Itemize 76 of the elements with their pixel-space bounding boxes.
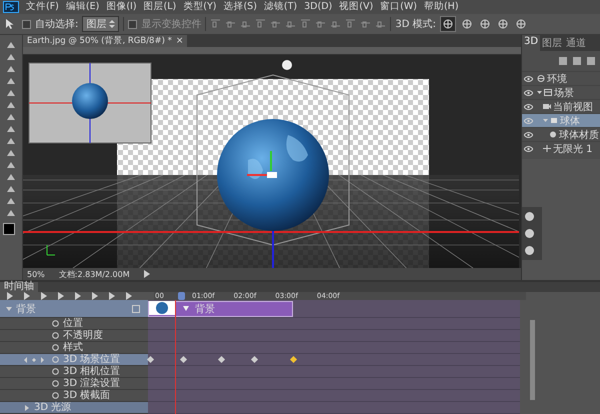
align-icon[interactable]	[345, 19, 356, 29]
panel-tab[interactable]: 图层	[540, 35, 564, 51]
keyframe[interactable]	[251, 356, 258, 364]
align-icon[interactable]	[375, 19, 386, 29]
property-row[interactable]: 不透明度	[0, 330, 148, 342]
auto-select-checkbox[interactable]	[22, 20, 31, 28]
align-icon[interactable]	[285, 19, 296, 29]
align-icon[interactable]	[255, 19, 266, 29]
property-row[interactable]: 位置	[0, 318, 148, 330]
property-row[interactable]: 3D 渲染设置	[0, 378, 148, 390]
menu-item[interactable]: 编辑(E)	[66, 1, 100, 13]
scene-tree-item[interactable]: 无限光 1	[522, 141, 600, 155]
globe-thumbnail	[149, 301, 175, 315]
caret-right-icon[interactable]	[24, 404, 30, 410]
light-icon	[543, 145, 551, 152]
menu-item[interactable]: 类型(Y)	[183, 1, 216, 13]
menu-item[interactable]: 滤镜(T)	[264, 1, 298, 13]
property-row[interactable]: 3D 横截面	[0, 390, 148, 402]
target-dropdown[interactable]: 图层	[82, 16, 120, 32]
align-icon[interactable]	[360, 19, 372, 29]
menu-item[interactable]: 视图(V)	[339, 1, 374, 13]
menu-item[interactable]: 窗口(W)	[380, 1, 417, 13]
caret-down-icon[interactable]	[537, 90, 542, 95]
align-icon[interactable]	[270, 19, 282, 29]
keyframe[interactable]	[290, 356, 298, 364]
align-icon[interactable]	[210, 19, 222, 29]
property-row[interactable]: 3D 相机位置	[0, 366, 148, 378]
menu-item[interactable]: 3D(D)	[304, 1, 332, 13]
align-icon[interactable]	[225, 19, 236, 29]
sphere-icon	[549, 131, 557, 138]
timeline-panel-title[interactable]: 时间轴	[0, 282, 38, 292]
app-logo	[3, 1, 19, 13]
caret-down-icon[interactable]	[6, 306, 12, 312]
menu-item[interactable]: 选择(S)	[223, 1, 257, 13]
keyframe[interactable]	[218, 356, 225, 364]
show-transform-checkbox[interactable]	[128, 20, 138, 28]
rotate-3d-icon[interactable]	[440, 16, 456, 32]
menu-item[interactable]: 图像(I)	[106, 1, 137, 13]
align-icon[interactable]	[300, 19, 312, 29]
menu-item[interactable]: 帮助(H)	[424, 1, 459, 13]
keyframe-navigator-icon[interactable]	[24, 356, 44, 362]
panel-tab[interactable]: 通道	[564, 35, 588, 51]
keyframe[interactable]	[180, 356, 188, 364]
keyframe[interactable]	[146, 356, 154, 364]
auto-select-label: 自动选择:	[35, 18, 78, 31]
eye-icon[interactable]	[524, 90, 533, 96]
scene-tree-item[interactable]: 球体材质	[522, 127, 600, 141]
scene-tree-item[interactable]: 环境	[522, 71, 600, 85]
eye-icon[interactable]	[524, 104, 533, 110]
document-tab[interactable]: Earth.jpg @ 50% (背景, RGB/8#) * ×	[23, 35, 188, 47]
stepper-arrows-icon[interactable]	[109, 20, 116, 28]
play-icon[interactable]	[144, 270, 150, 278]
panel-tab[interactable]: 3D	[522, 35, 540, 51]
caret-down-icon[interactable]	[183, 306, 189, 311]
eye-icon[interactable]	[524, 76, 533, 82]
scrollbar[interactable]	[530, 320, 535, 400]
scene-tree-item[interactable]: 场景	[522, 85, 600, 99]
align-icon[interactable]	[240, 19, 252, 29]
globe-icon	[537, 75, 545, 82]
menu-item[interactable]: 文件(F)	[26, 1, 59, 13]
menu-item[interactable]: 图层(L)	[144, 1, 176, 13]
playhead-handle[interactable]	[178, 292, 186, 300]
show-transform-label: 显示变换控件	[141, 18, 202, 31]
scene-icon	[544, 89, 552, 96]
zoom-level[interactable]: 50%	[27, 270, 45, 278]
cube-icon	[550, 117, 558, 124]
property-row[interactable]: 样式	[0, 342, 148, 354]
eye-icon[interactable]	[524, 132, 533, 138]
3d-mode-label: 3D 模式:	[395, 18, 436, 31]
camera-icon	[543, 103, 551, 110]
align-icon[interactable]	[315, 19, 326, 29]
group-row[interactable]: 3D 光源	[0, 402, 148, 414]
eye-icon[interactable]	[524, 146, 533, 152]
document-size-info: 文档:2.83M/2.00M	[58, 268, 130, 280]
align-icon[interactable]	[330, 19, 342, 29]
close-tab-button[interactable]: ×	[176, 36, 184, 46]
